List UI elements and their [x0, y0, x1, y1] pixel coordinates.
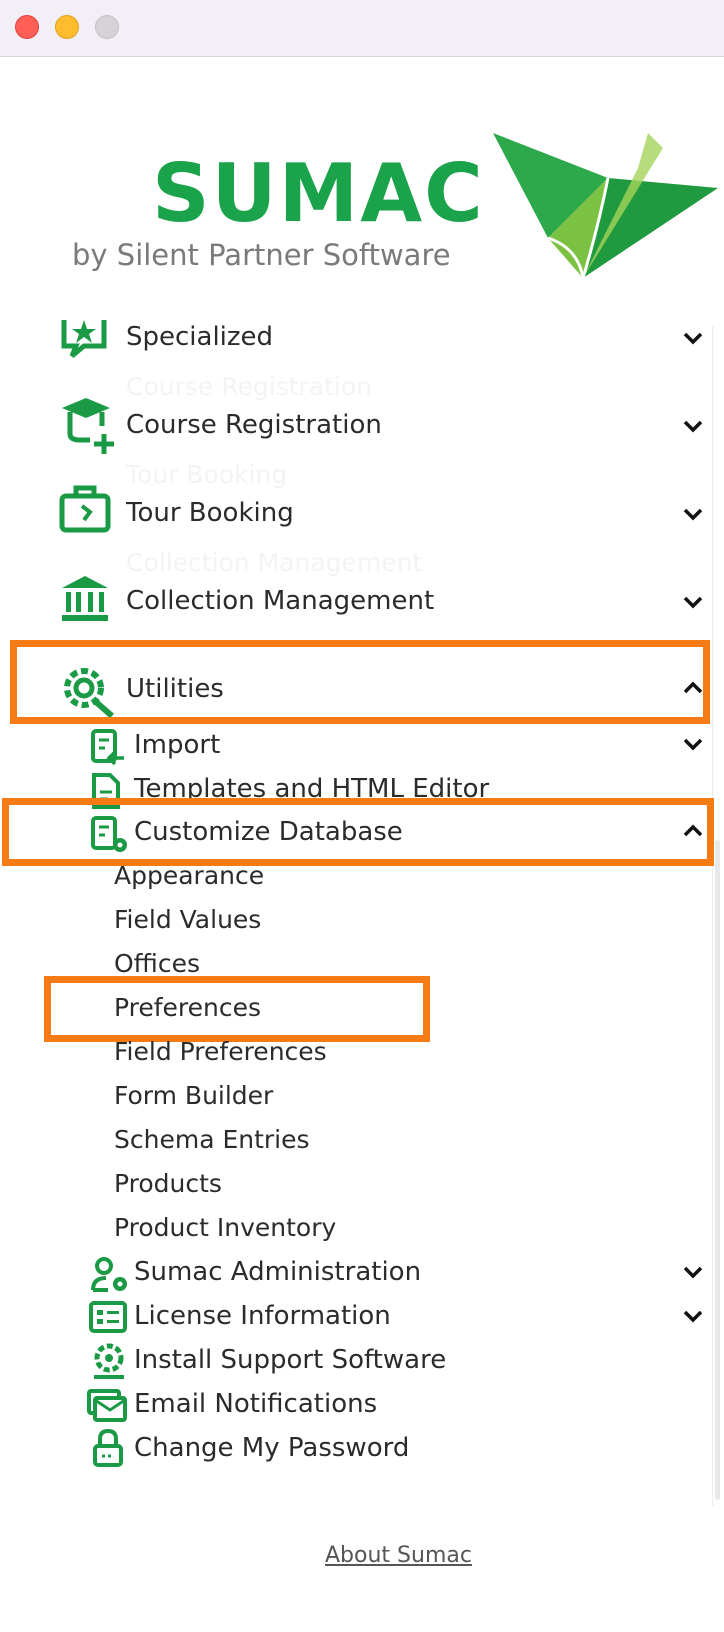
submenu-link-form-builder[interactable]: Form Builder	[114, 1081, 273, 1111]
submenu-link-schema-entries[interactable]: Schema Entries	[114, 1125, 310, 1155]
museum-icon	[62, 576, 108, 621]
chevron-down-icon[interactable]	[682, 327, 704, 349]
email-notification-icon	[87, 1389, 127, 1422]
lock-icon	[93, 1428, 123, 1467]
document-edit-icon	[92, 773, 120, 809]
menu-label-import: Import	[134, 730, 221, 760]
menu-label-customize-database: Customize Database	[134, 817, 403, 847]
submenu-link-appearance[interactable]: Appearance	[114, 861, 264, 891]
license-card-icon	[89, 1301, 127, 1333]
chevron-down-icon[interactable]	[682, 1261, 704, 1283]
submenu-link-product-inventory[interactable]: Product Inventory	[114, 1213, 336, 1243]
menu-label-install-support: Install Support Software	[134, 1345, 447, 1375]
chevron-down-icon[interactable]	[682, 415, 704, 437]
menu-label-course-registration: Course Registration	[126, 410, 382, 440]
leaf-logo-icon	[493, 133, 718, 279]
brand-logo-text: SUMAC	[152, 147, 485, 240]
chevron-down-icon[interactable]	[682, 1305, 704, 1327]
chevron-up-icon[interactable]	[682, 677, 704, 699]
ghost-text: Collection Management	[126, 548, 423, 577]
menu-label-utilities: Utilities	[126, 674, 224, 704]
ghost-text: Course Registration	[126, 372, 372, 401]
zoom-window-button[interactable]	[95, 15, 119, 39]
briefcase-icon	[59, 485, 111, 533]
import-icon	[91, 729, 124, 766]
window-titlebar	[0, 0, 724, 57]
menu-label-templates: Templates and HTML Editor	[134, 774, 490, 804]
submenu-link-preferences[interactable]: Preferences	[114, 993, 261, 1023]
submenu-link-offices[interactable]: Offices	[114, 949, 200, 979]
database-settings-icon	[91, 816, 127, 852]
chevron-down-icon[interactable]	[682, 591, 704, 613]
submenu-link-field-values[interactable]: Field Values	[114, 905, 261, 935]
chevron-down-icon[interactable]	[682, 733, 704, 755]
about-sumac-link[interactable]: About Sumac	[325, 1542, 472, 1570]
menu-label-email-notifications: Email Notifications	[134, 1389, 378, 1419]
submenu-link-field-preferences[interactable]: Field Preferences	[114, 1037, 327, 1067]
chevron-up-icon[interactable]	[682, 820, 704, 842]
menu-label-sumac-administration: Sumac Administration	[134, 1257, 422, 1287]
brand-tagline: by Silent Partner Software	[72, 238, 451, 272]
close-window-button[interactable]	[15, 15, 39, 39]
menu-label-specialized: Specialized	[126, 322, 274, 352]
ghost-text: Tour Booking	[126, 460, 288, 489]
gear-wrench-icon	[64, 668, 114, 718]
menu-label-change-password: Change My Password	[134, 1433, 410, 1463]
sidebar-scrollbar-thumb[interactable]	[715, 840, 720, 1500]
graduation-cap-icon	[62, 398, 114, 454]
user-settings-icon	[91, 1257, 127, 1292]
menu-label-license-information: License Information	[134, 1301, 391, 1331]
minimize-window-button[interactable]	[55, 15, 79, 39]
support-gear-icon	[94, 1343, 124, 1379]
menu-label-tour-booking: Tour Booking	[126, 498, 294, 528]
menu-label-collection-management: Collection Management	[126, 586, 435, 616]
star-board-icon	[61, 320, 107, 358]
chevron-down-icon[interactable]	[682, 503, 704, 525]
submenu-link-products[interactable]: Products	[114, 1169, 222, 1199]
